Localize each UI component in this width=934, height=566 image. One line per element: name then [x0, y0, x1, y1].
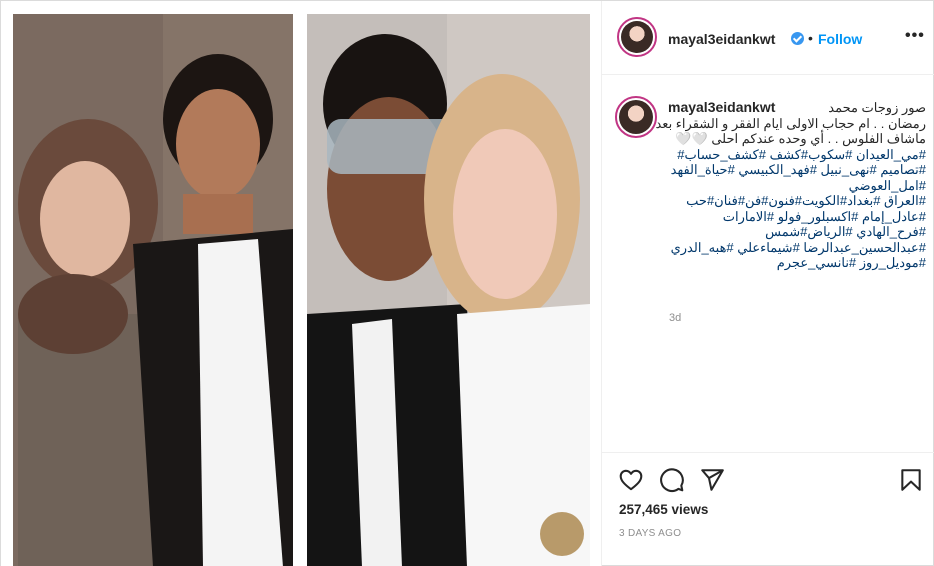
post-footer: 257,465 views 3 DAYS AGO	[602, 452, 934, 566]
verified-badge-icon	[791, 32, 804, 45]
caption-line: رمضان . . ام حجاب الاولى ايام الفقر و ال…	[655, 115, 926, 131]
caption-line: صور زوجات محمد	[828, 100, 926, 115]
views-count[interactable]: 257,465 views	[619, 502, 708, 517]
photo-right	[307, 14, 590, 566]
bookmark-icon[interactable]	[898, 467, 924, 493]
caption-username[interactable]: mayal3eidankwt	[668, 99, 775, 116]
post-header: mayal3eidankwt • Follow •••	[602, 1, 934, 75]
post-media[interactable]	[1, 1, 601, 566]
heart-icon[interactable]	[618, 467, 644, 493]
follow-button[interactable]: Follow	[818, 31, 862, 47]
caption-avatar[interactable]	[619, 100, 653, 134]
caption-hashtags[interactable]: #فرح_الهادي #الرياض#شمس	[668, 224, 926, 240]
caption-hashtags[interactable]: #عادل_إمام #اكسبلور_فولو #الامارات	[668, 209, 926, 225]
post-sidebar: mayal3eidankwt • Follow ••• mayal3eidank…	[601, 1, 934, 566]
photo-left-illustration	[13, 14, 293, 566]
caption-age: 3d	[669, 312, 682, 324]
photo-left	[13, 14, 293, 566]
post-date[interactable]: 3 DAYS AGO	[619, 528, 681, 539]
header-username[interactable]: mayal3eidankwt	[668, 31, 775, 47]
caption-hashtags[interactable]: #عبدالحسين_عبدالرضا #شيماءعلي #هبه_الدري	[668, 240, 926, 256]
caption-hashtags[interactable]: #العراق #بغداد#الكويت#فنون#فن#فنان#حب	[668, 193, 926, 209]
caption-line: ماشاف الفلوس . . أي وحده عندكم احلى 🤍🤍	[675, 131, 926, 146]
avatar[interactable]	[621, 21, 653, 53]
caption: mayal3eidankwt صور زوجات محمد رمضان . . …	[655, 99, 926, 271]
instagram-post: mayal3eidankwt • Follow ••• mayal3eidank…	[0, 0, 934, 566]
caption-hashtags[interactable]: #امل_العوضي	[668, 178, 926, 194]
comment-icon[interactable]	[659, 467, 685, 493]
photo-right-illustration	[307, 14, 590, 566]
caption-first-line: mayal3eidankwt صور زوجات محمد	[668, 99, 926, 116]
caption-hashtags[interactable]: #تصاميم #نهى_نبيل #فهد_الكبيسي #حياة_الف…	[668, 162, 926, 178]
separator-dot: •	[808, 30, 813, 46]
caption-hashtags[interactable]: #مي_العيدان #سكوب#كشف #كشف_حساب#	[668, 147, 926, 163]
paper-plane-icon[interactable]	[699, 467, 725, 493]
caption-hashtags[interactable]: #موديل_روز #نانسي_عجرم	[668, 255, 926, 271]
more-options-icon[interactable]: •••	[905, 27, 925, 45]
